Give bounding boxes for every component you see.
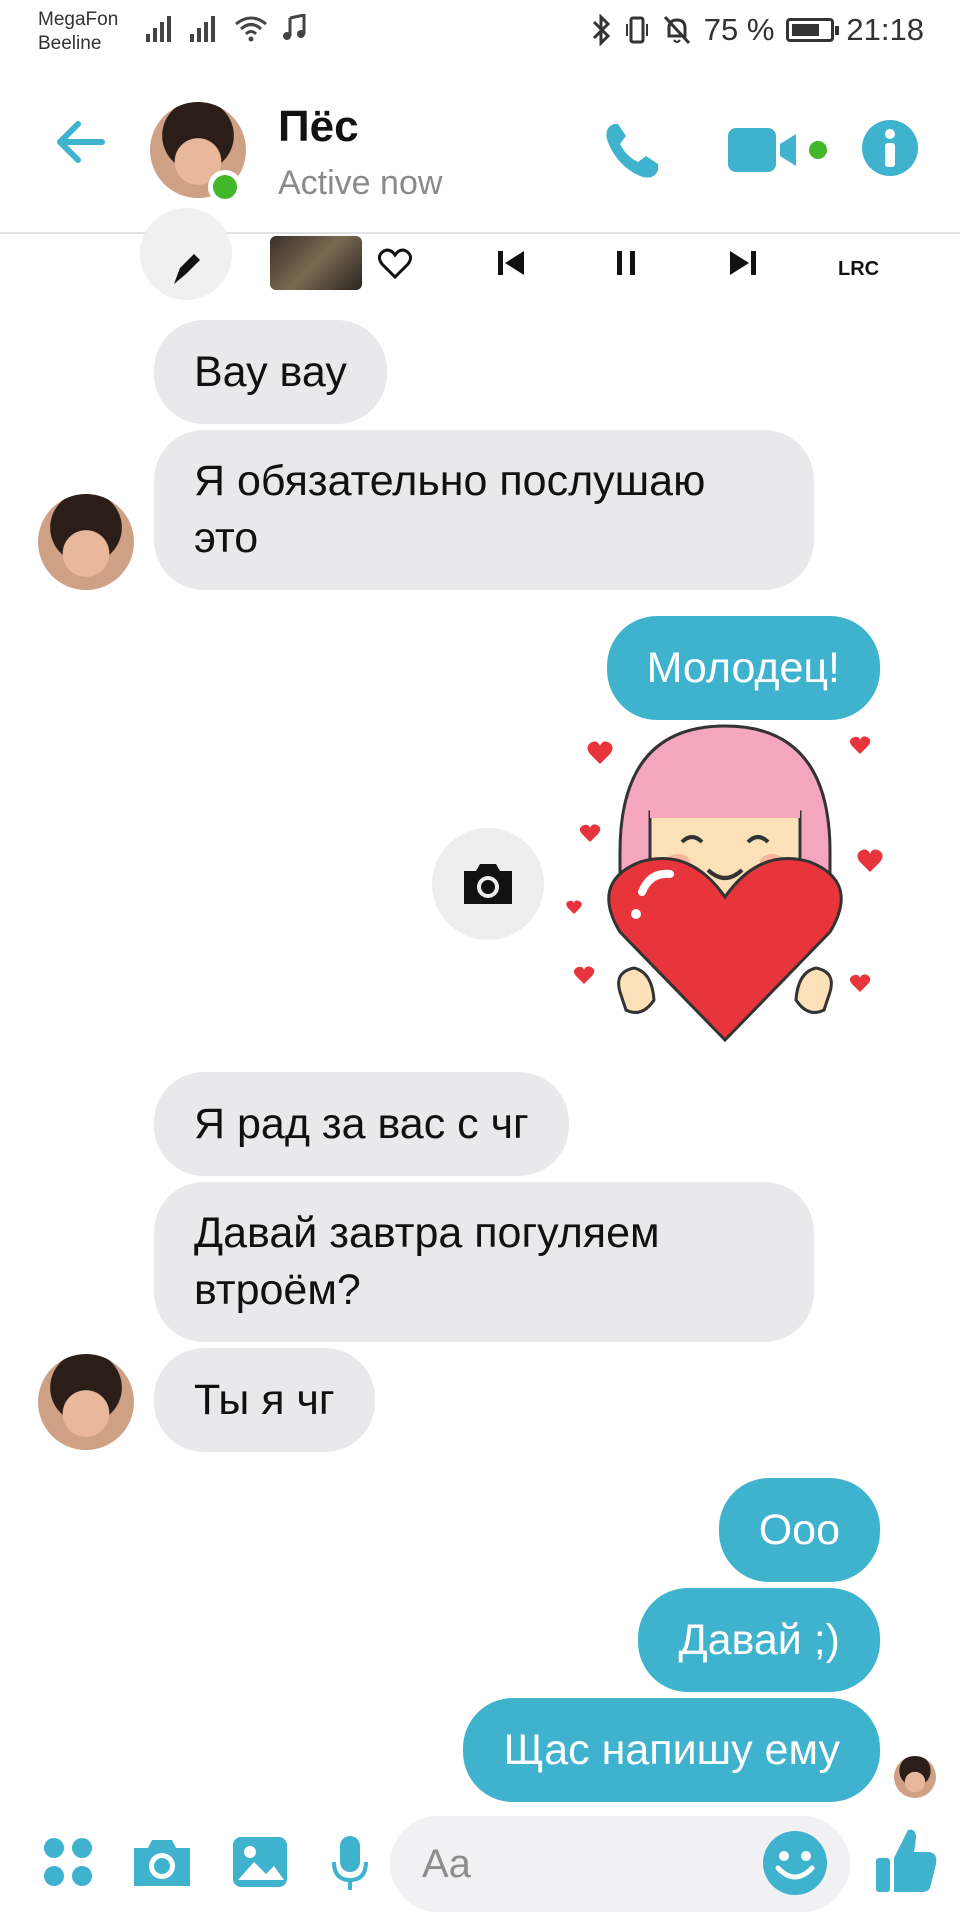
pen-icon <box>174 254 200 284</box>
next-track-icon[interactable] <box>728 248 758 278</box>
clock: 21:18 <box>846 12 924 47</box>
message-bubble-outgoing[interactable]: Ооо <box>718 1478 880 1582</box>
bluetooth-icon <box>592 14 610 46</box>
message-text: Щас напишу ему <box>503 1725 840 1774</box>
message-input-container[interactable] <box>390 1816 850 1912</box>
presence-status: Active now <box>278 164 443 202</box>
music-player-bar: LRC <box>0 208 960 300</box>
contact-avatar-small[interactable] <box>38 1354 134 1450</box>
message-text: Я рад за вас с чг <box>194 1099 529 1148</box>
gallery-icon[interactable] <box>230 1834 290 1890</box>
contact-avatar-small[interactable] <box>38 494 134 590</box>
mute-bell-icon <box>663 15 690 45</box>
pause-icon[interactable] <box>614 248 640 278</box>
microphone-icon[interactable] <box>330 1834 370 1894</box>
wifi-icon <box>235 16 267 42</box>
thumbs-up-icon[interactable] <box>874 1824 938 1896</box>
info-icon[interactable] <box>860 118 920 178</box>
message-text: Я обязательно послушаю это <box>194 457 706 562</box>
previous-track-icon[interactable] <box>496 248 526 278</box>
message-text: Ооо <box>758 1505 840 1554</box>
message-bubble-incoming[interactable]: Вау вау <box>154 320 387 424</box>
emoji-icon[interactable] <box>760 1828 830 1898</box>
carrier-2: Beeline <box>38 33 102 54</box>
status-right: 75 % 21:18 <box>590 12 924 48</box>
album-art[interactable] <box>270 236 362 290</box>
music-note-icon <box>283 14 306 40</box>
video-call-icon[interactable] <box>726 118 830 182</box>
message-bubble-incoming[interactable]: Ты я чг <box>154 1348 375 1452</box>
online-indicator <box>208 170 242 204</box>
signal-icon-2 <box>190 16 215 42</box>
message-text: Давай завтра погуляем втроём? <box>194 1209 660 1314</box>
message-bubble-incoming[interactable]: Я рад за вас с чг <box>154 1072 569 1176</box>
camera-reply-button[interactable] <box>432 828 544 940</box>
message-bubble-incoming[interactable]: Я обязательно послушаю это <box>154 430 814 590</box>
status-left-icons <box>146 14 308 42</box>
message-text: Ты я чг <box>194 1375 335 1424</box>
battery-icon <box>786 18 840 42</box>
battery-percent: 75 % <box>703 12 775 47</box>
vibrate-icon <box>625 16 648 44</box>
pen-button[interactable] <box>140 208 232 300</box>
message-text: Молодец! <box>646 643 840 692</box>
conversation-header: Пёс Active now <box>0 64 960 234</box>
composer-bar <box>0 1810 960 1920</box>
heart-icon[interactable] <box>378 248 412 280</box>
status-bar: MegaFon Beeline 75 % 21:18 <box>0 0 960 64</box>
message-bubble-outgoing[interactable]: Давай ;) <box>638 1588 880 1692</box>
read-receipt-avatar <box>894 1756 936 1798</box>
carrier-names: MegaFon Beeline <box>38 8 118 56</box>
message-bubble-incoming[interactable]: Давай завтра погуляем втроём? <box>154 1182 814 1342</box>
message-bubble-outgoing[interactable]: Молодец! <box>606 616 880 720</box>
signal-icon <box>146 16 171 42</box>
message-bubble-outgoing[interactable]: Щас напишу ему <box>463 1698 880 1802</box>
lyrics-button[interactable]: LRC <box>838 258 879 281</box>
girl-holding-heart-sticker[interactable] <box>560 722 890 1042</box>
carrier-1: MegaFon <box>38 9 119 30</box>
message-text: Вау вау <box>194 347 347 396</box>
camera-icon[interactable] <box>130 1834 194 1890</box>
apps-grid-icon[interactable] <box>40 1834 96 1890</box>
message-text: Давай ;) <box>678 1615 840 1664</box>
contact-name[interactable]: Пёс <box>278 102 359 152</box>
phone-icon[interactable] <box>600 118 664 182</box>
message-input[interactable] <box>422 1836 742 1892</box>
back-arrow-icon[interactable] <box>52 114 108 170</box>
camera-icon <box>464 864 512 904</box>
